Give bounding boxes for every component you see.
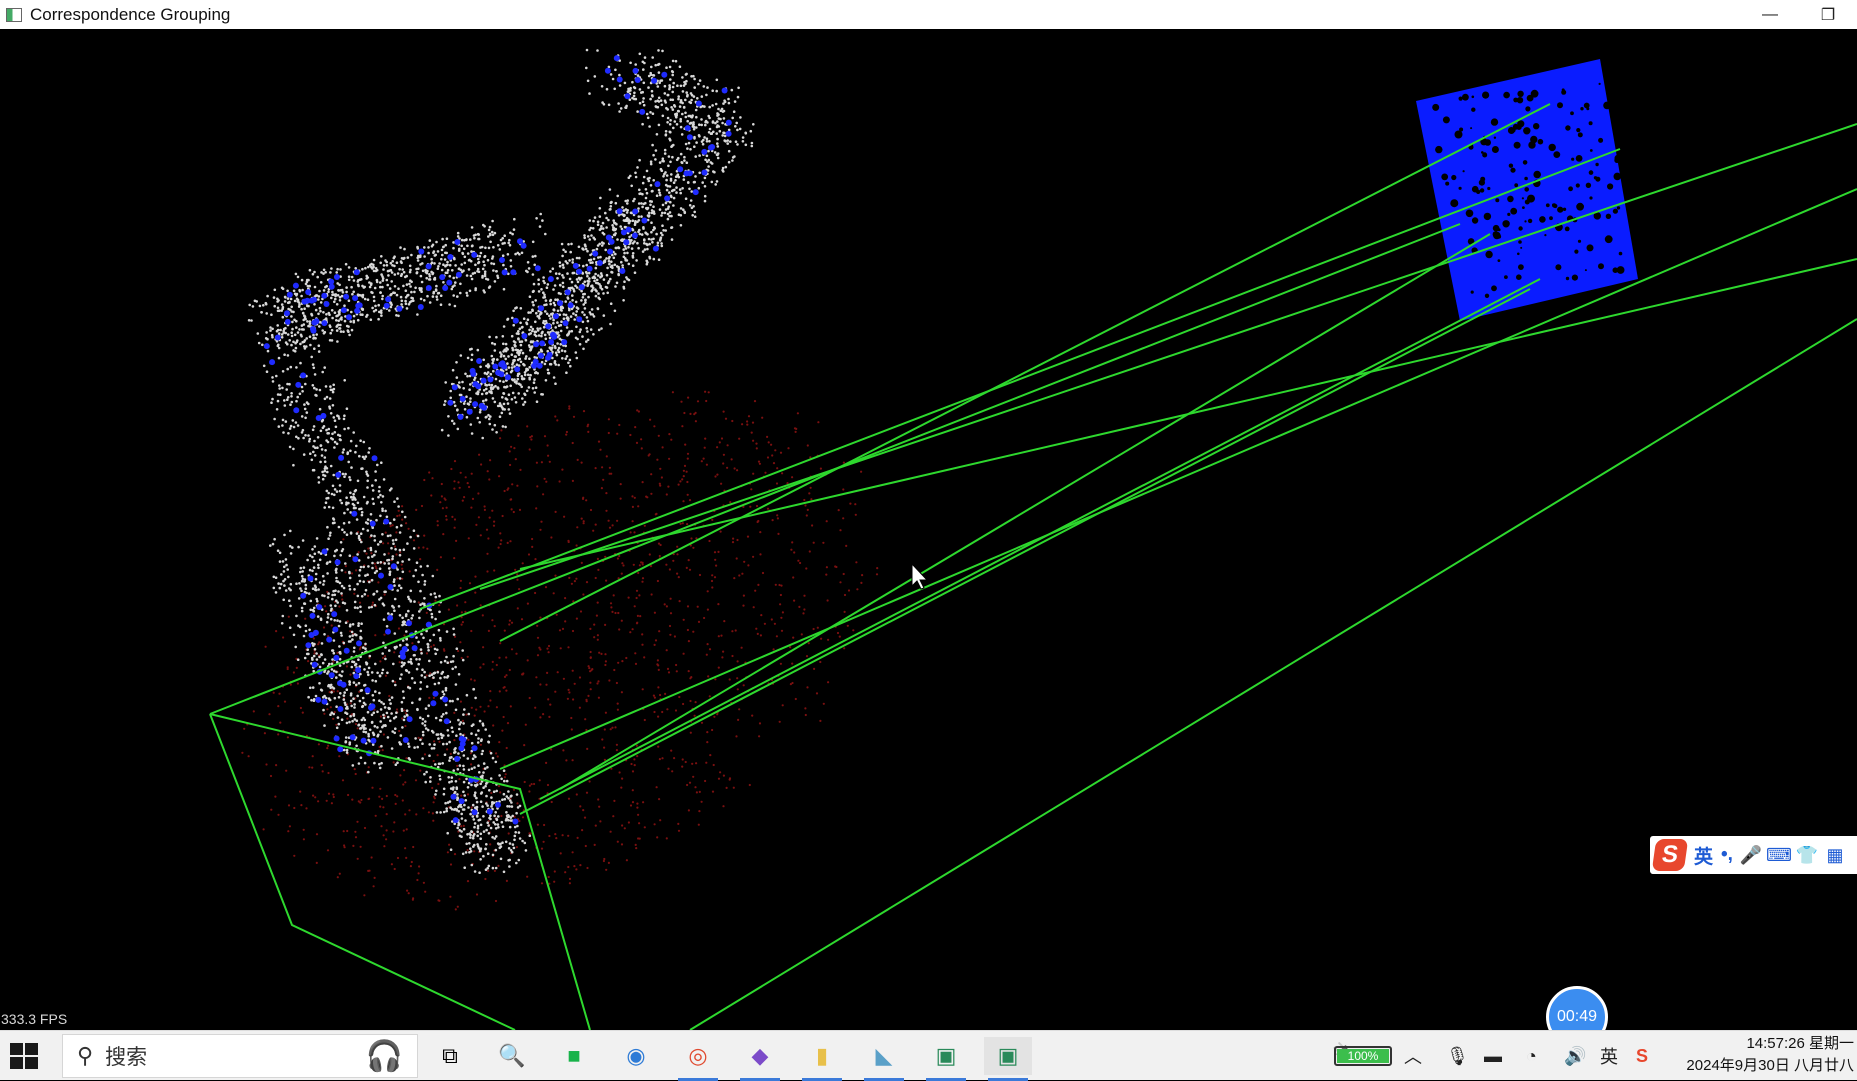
- search-tool-icon[interactable]: 🔍: [488, 1037, 536, 1075]
- ime-toolbar[interactable]: S 英 •, 🎤 ⌨ 👕 ▦: [1650, 836, 1857, 874]
- windows-start-icon[interactable]: [10, 1043, 38, 1069]
- scene-shadow-points: [241, 390, 879, 911]
- system-clock[interactable]: 14:57:26 星期一 2024年9月30日 八月廿八: [1668, 1033, 1854, 1077]
- search-icon: ⚲: [77, 1043, 94, 1068]
- show-hidden-icons-chevron-icon[interactable]: ︿: [1404, 1031, 1422, 1081]
- file-explorer-icon[interactable]: ▮: [798, 1037, 846, 1081]
- microphone-icon[interactable]: 🎤: [1740, 845, 1762, 865]
- shirt-icon[interactable]: 👕: [1796, 845, 1818, 865]
- edge-icon[interactable]: ◉: [612, 1037, 660, 1075]
- bounding-box-side: [209, 713, 516, 1030]
- window-a-icon[interactable]: ▣: [922, 1037, 970, 1081]
- pcl-viewer-canvas[interactable]: [0, 29, 1857, 1030]
- window-title: Correspondence Grouping: [30, 4, 231, 24]
- window-controls: — ❐: [1741, 0, 1857, 29]
- keyboard-icon[interactable]: ⌨: [1766, 845, 1792, 865]
- task-view-icon[interactable]: ⧉: [426, 1037, 474, 1075]
- fps-readout: 333.3 FPS: [1, 1011, 68, 1027]
- mouse-cursor-icon: [911, 562, 929, 590]
- microphone-tray-icon[interactable]: 🎙: [1446, 1031, 1469, 1081]
- sogou-tray-icon[interactable]: S: [1636, 1031, 1648, 1081]
- search-highlight-icon: 🎧: [365, 1040, 403, 1073]
- paint-icon[interactable]: ◣: [860, 1037, 908, 1081]
- taskbar: ⚲ 搜索 🎧 ⧉ 🔍 ■ ◉ ◎ ◆ ▮ ◣ ▣ ▣ 🔌 100% ︿ 🎙 ▬ …: [0, 1030, 1857, 1081]
- sogou-logo-icon[interactable]: S: [1651, 839, 1689, 871]
- battery-percent: 100%: [1347, 1049, 1379, 1063]
- grid-icon[interactable]: ▦: [1825, 845, 1845, 865]
- device-tray-icon[interactable]: ▬: [1484, 1031, 1502, 1081]
- bounding-box-front: [209, 713, 591, 1030]
- search-placeholder: 搜索: [105, 1046, 148, 1069]
- clock-date: 2024年9月30日 八月廿八: [1686, 1057, 1854, 1074]
- battery-indicator[interactable]: 100%: [1334, 1046, 1392, 1066]
- chrome-icon[interactable]: ◎: [674, 1037, 722, 1081]
- scene-cloud-points: [247, 48, 755, 874]
- clock-time: 14:57:26 星期一: [1746, 1035, 1854, 1052]
- search-box[interactable]: ⚲ 搜索 🎧: [62, 1034, 418, 1078]
- ime-punct-toggle[interactable]: •,: [1721, 844, 1733, 866]
- visual-studio-icon[interactable]: ◆: [736, 1037, 784, 1081]
- wifi-icon[interactable]: ◔: [1526, 1031, 1537, 1081]
- window-b-icon[interactable]: ▣: [984, 1037, 1032, 1081]
- ime-language-toggle[interactable]: 英: [1694, 842, 1713, 869]
- point-cloud-scene: [209, 48, 1857, 1030]
- minimize-button[interactable]: —: [1741, 0, 1799, 29]
- ime-mode-icon[interactable]: 英: [1600, 1031, 1618, 1081]
- volume-icon[interactable]: 🔊: [1564, 1031, 1586, 1081]
- restore-button[interactable]: ❐: [1799, 0, 1857, 29]
- window-titlebar: Correspondence Grouping — ❐: [0, 0, 1857, 29]
- app-icon: [6, 7, 22, 22]
- green-app-icon[interactable]: ■: [550, 1037, 598, 1075]
